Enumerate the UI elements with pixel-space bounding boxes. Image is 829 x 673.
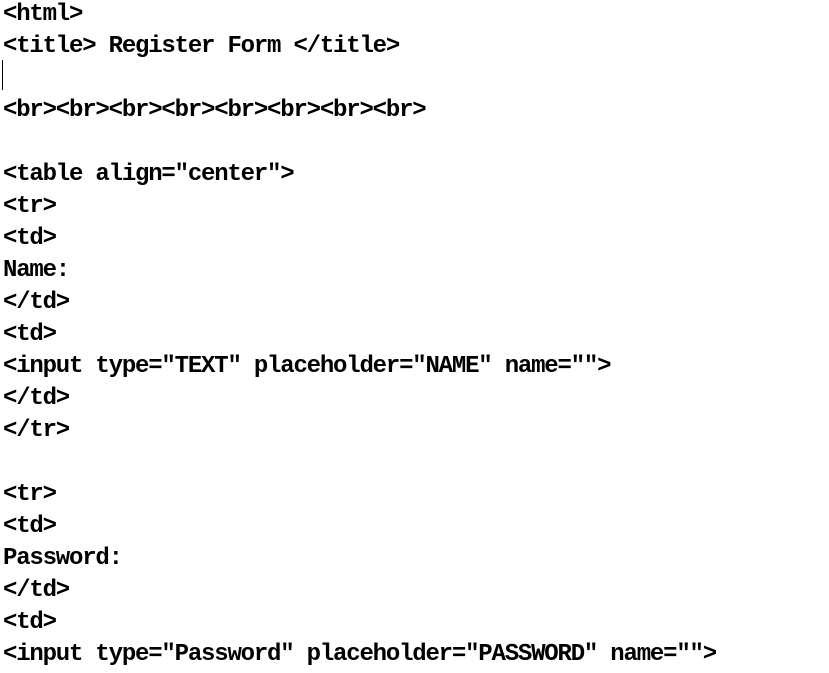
code-lines: <html> <title> Register Form </title> <b…: [3, 0, 717, 672]
code-line[interactable]: <title> Register Form </title>: [3, 32, 716, 64]
code-line[interactable]: <input type="Password" placeholder="PASS…: [3, 640, 717, 672]
code-line[interactable]: </td>: [3, 288, 716, 320]
code-line[interactable]: <tr>: [3, 192, 716, 224]
code-line[interactable]: Password:: [3, 544, 716, 576]
code-line[interactable]: [3, 448, 716, 480]
code-line[interactable]: Name:: [3, 256, 716, 288]
code-line[interactable]: <html>: [3, 0, 716, 32]
code-line[interactable]: <td>: [3, 320, 716, 352]
code-line[interactable]: <table align="center">: [3, 160, 716, 192]
code-line[interactable]: <input type="TEXT" placeholder="NAME" na…: [3, 352, 716, 384]
code-line[interactable]: <td>: [3, 608, 716, 640]
code-line[interactable]: <td>: [3, 512, 716, 544]
code-editor[interactable]: <html> <title> Register Form </title> <b…: [0, 0, 829, 673]
code-line[interactable]: [3, 64, 716, 96]
code-line[interactable]: </tr>: [3, 416, 716, 448]
code-line[interactable]: <td>: [3, 224, 716, 256]
code-line[interactable]: </td>: [3, 576, 716, 608]
code-line[interactable]: </td>: [3, 384, 716, 416]
code-line[interactable]: <tr>: [3, 480, 716, 512]
code-line[interactable]: <br><br><br><br><br><br><br><br>: [3, 96, 716, 128]
code-line[interactable]: [3, 128, 716, 160]
